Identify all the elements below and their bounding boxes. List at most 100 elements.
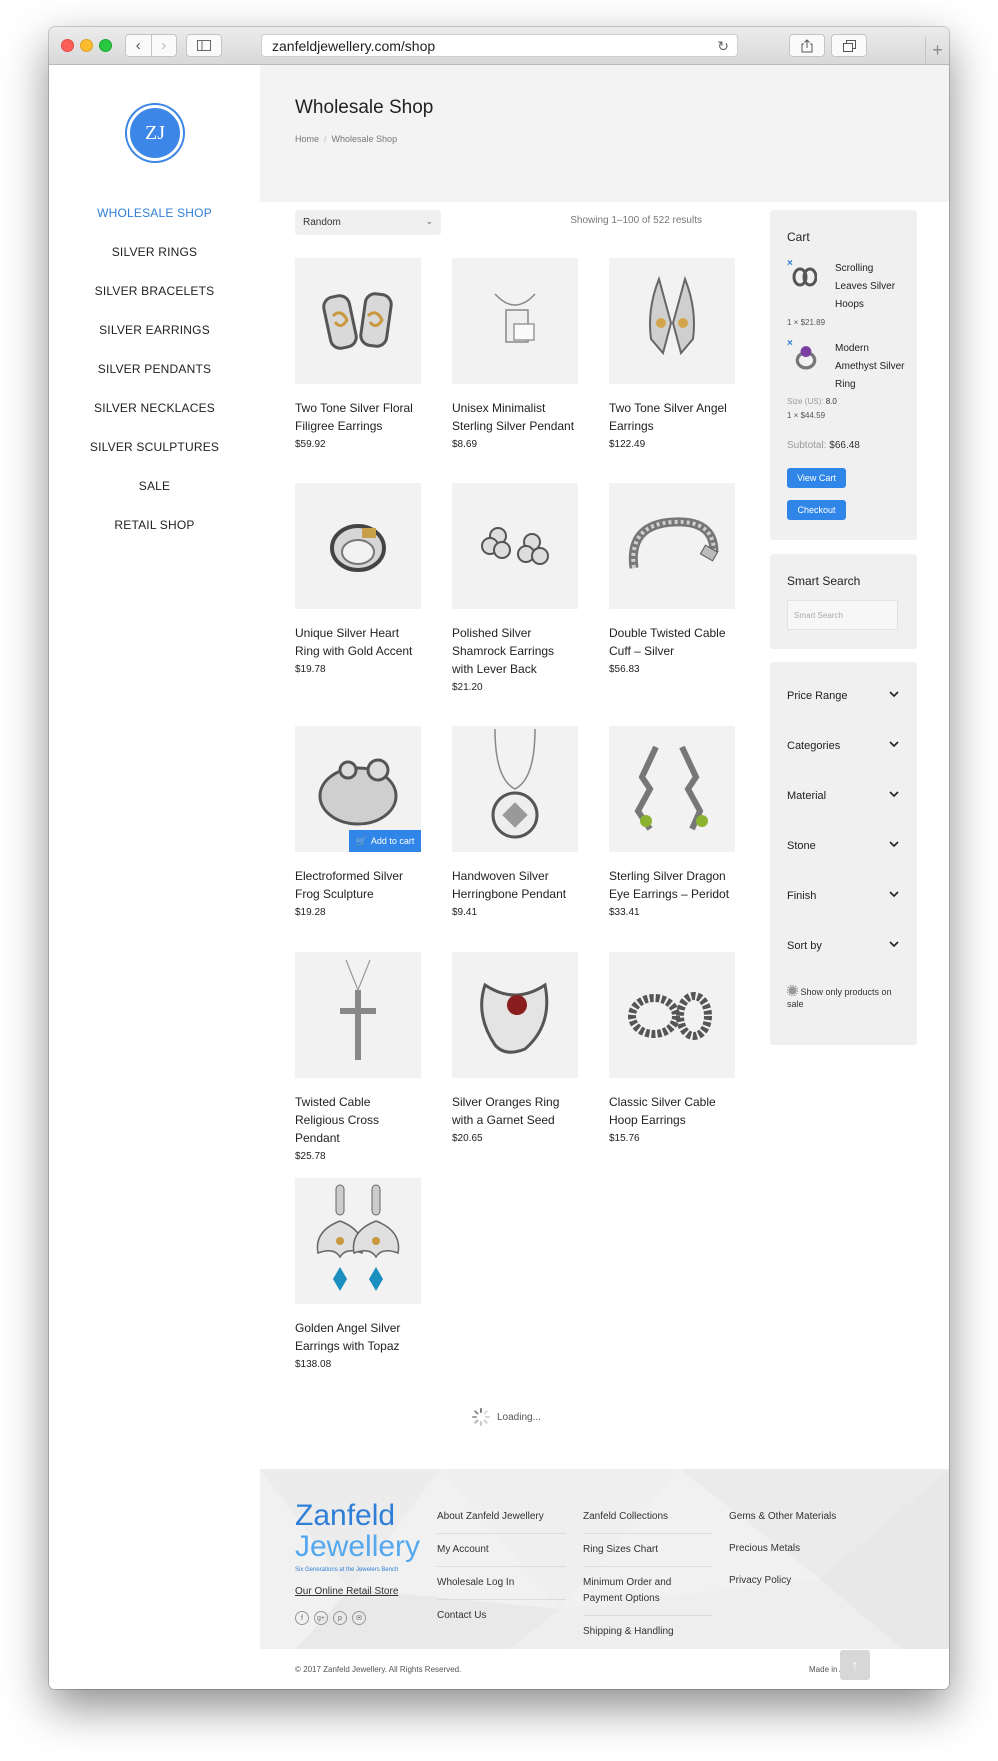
sort-select[interactable]: Random ⌄ bbox=[295, 210, 441, 235]
product-image[interactable] bbox=[609, 483, 735, 609]
site-logo[interactable]: ZJ bbox=[127, 105, 183, 161]
footer-link-precious-metals[interactable]: Precious Metals bbox=[729, 1541, 858, 1565]
footer-brand-line2[interactable]: Jewellery bbox=[295, 1532, 420, 1562]
view-cart-button[interactable]: View Cart bbox=[787, 468, 846, 488]
menu-item-silver-pendants[interactable]: SILVER PENDANTS bbox=[49, 362, 260, 401]
sale-only-toggle[interactable]: Show only products on sale bbox=[786, 984, 897, 1010]
menu-item-silver-earrings[interactable]: SILVER EARRINGS bbox=[49, 323, 260, 362]
product-card[interactable]: Unique Silver Heart Ring with Gold Accen… bbox=[295, 483, 421, 675]
google-plus-icon[interactable]: g+ bbox=[314, 1611, 328, 1625]
cart-item-thumbnail[interactable] bbox=[793, 344, 819, 370]
product-name[interactable]: Unique Silver Heart Ring with Gold Accen… bbox=[295, 624, 421, 660]
footer-link-ring-sizes[interactable]: Ring Sizes Chart bbox=[583, 1542, 712, 1567]
product-name[interactable]: Unisex Minimalist Sterling Silver Pendan… bbox=[452, 399, 578, 435]
product-image[interactable] bbox=[295, 952, 421, 1078]
pinterest-icon[interactable]: p bbox=[333, 1611, 347, 1625]
product-card[interactable]: Unisex Minimalist Sterling Silver Pendan… bbox=[452, 258, 578, 450]
product-image[interactable] bbox=[295, 1178, 421, 1304]
filter-stone[interactable]: Stone bbox=[787, 840, 899, 852]
product-image[interactable] bbox=[295, 258, 421, 384]
product-card[interactable]: Polished Silver Shamrock Earrings with L… bbox=[452, 483, 578, 693]
product-name[interactable]: Polished Silver Shamrock Earrings with L… bbox=[452, 624, 578, 678]
product-name[interactable]: Two Tone Silver Angel Earrings bbox=[609, 399, 735, 435]
spinner-icon bbox=[472, 1408, 490, 1426]
add-to-cart-button[interactable]: 🛒 Add to cart bbox=[349, 830, 421, 852]
menu-item-wholesale-shop[interactable]: WHOLESALE SHOP bbox=[49, 206, 260, 245]
address-bar[interactable]: zanfeldjewellery.com/shop ↻ bbox=[261, 34, 738, 57]
cart-item-size-value: 8.0 bbox=[825, 397, 837, 406]
product-card[interactable]: Sterling Silver Dragon Eye Earrings – Pe… bbox=[609, 726, 735, 918]
cart-item-thumbnail[interactable] bbox=[791, 264, 817, 290]
forward-button[interactable]: › bbox=[152, 35, 177, 56]
facebook-icon[interactable]: f bbox=[295, 1611, 309, 1625]
menu-item-silver-necklaces[interactable]: SILVER NECKLACES bbox=[49, 401, 260, 440]
footer-link-minimum-order[interactable]: Minimum Order and Payment Options bbox=[583, 1575, 712, 1616]
product-card[interactable]: Two Tone Silver Floral Filigree Earrings… bbox=[295, 258, 421, 450]
earrings-icon bbox=[481, 527, 549, 565]
product-image[interactable] bbox=[609, 258, 735, 384]
product-name[interactable]: Classic Silver Cable Hoop Earrings bbox=[609, 1093, 735, 1129]
product-image[interactable] bbox=[295, 483, 421, 609]
menu-item-silver-bracelets[interactable]: SILVER BRACELETS bbox=[49, 284, 260, 323]
share-button[interactable] bbox=[789, 34, 825, 57]
menu-item-sale[interactable]: SALE bbox=[49, 479, 260, 518]
product-name[interactable]: Double Twisted Cable Cuff – Silver bbox=[609, 624, 735, 660]
cart-item-name[interactable]: Scrolling Leaves Silver Hoops bbox=[835, 260, 905, 314]
product-image[interactable] bbox=[452, 483, 578, 609]
product-image[interactable] bbox=[609, 952, 735, 1078]
checkout-button[interactable]: Checkout bbox=[787, 500, 846, 520]
footer-link-my-account[interactable]: My Account bbox=[437, 1542, 566, 1567]
tabs-overview-button[interactable] bbox=[831, 34, 867, 57]
breadcrumb-home[interactable]: Home bbox=[295, 134, 319, 144]
product-image[interactable] bbox=[452, 726, 578, 852]
footer-brand-line1[interactable]: Zanfeld bbox=[295, 1501, 395, 1531]
product-name[interactable]: Two Tone Silver Floral Filigree Earrings bbox=[295, 399, 421, 435]
footer-link-gems[interactable]: Gems & Other Materials bbox=[729, 1509, 858, 1533]
product-image[interactable]: 🛒 Add to cart bbox=[295, 726, 421, 852]
menu-item-silver-sculptures[interactable]: SILVER SCULPTURES bbox=[49, 440, 260, 479]
smart-search-input[interactable]: Smart Search bbox=[787, 600, 898, 630]
filter-material[interactable]: Material bbox=[787, 790, 899, 802]
minimize-window-button[interactable] bbox=[80, 39, 93, 52]
product-image[interactable] bbox=[452, 952, 578, 1078]
menu-item-silver-rings[interactable]: SILVER RINGS bbox=[49, 245, 260, 284]
product-name[interactable]: Handwoven Silver Herringbone Pendant bbox=[452, 867, 578, 903]
cart-item-name[interactable]: Modern Amethyst Silver Ring bbox=[835, 340, 905, 394]
footer-link-about[interactable]: About Zanfeld Jewellery bbox=[437, 1509, 566, 1534]
footer-link-collections[interactable]: Zanfeld Collections bbox=[583, 1509, 712, 1534]
footer-link-wholesale-login[interactable]: Wholesale Log In bbox=[437, 1575, 566, 1600]
product-card[interactable]: Handwoven Silver Herringbone Pendant $9.… bbox=[452, 726, 578, 918]
close-window-button[interactable] bbox=[61, 39, 74, 52]
product-image[interactable] bbox=[609, 726, 735, 852]
product-card[interactable]: Classic Silver Cable Hoop Earrings $15.7… bbox=[609, 952, 735, 1144]
footer-link-contact[interactable]: Contact Us bbox=[437, 1608, 566, 1632]
back-button[interactable]: ‹ bbox=[126, 35, 152, 56]
reload-icon[interactable]: ↻ bbox=[717, 38, 729, 55]
product-name[interactable]: Golden Angel Silver Earrings with Topaz bbox=[295, 1319, 421, 1355]
retail-store-link[interactable]: Our Online Retail Store bbox=[295, 1586, 398, 1597]
product-image[interactable] bbox=[452, 258, 578, 384]
menu-item-retail-shop[interactable]: RETAIL SHOP bbox=[49, 518, 260, 557]
filter-finish[interactable]: Finish bbox=[787, 890, 899, 902]
product-name[interactable]: Sterling Silver Dragon Eye Earrings – Pe… bbox=[609, 867, 735, 903]
product-name[interactable]: Twisted Cable Religious Cross Pendant bbox=[295, 1093, 421, 1147]
footer-link-shipping[interactable]: Shipping & Handling bbox=[583, 1624, 712, 1648]
product-card[interactable]: Golden Angel Silver Earrings with Topaz … bbox=[295, 1178, 421, 1370]
sidebar-toggle-button[interactable] bbox=[186, 34, 222, 57]
product-card[interactable]: Two Tone Silver Angel Earrings $122.49 bbox=[609, 258, 735, 450]
zoom-window-button[interactable] bbox=[99, 39, 112, 52]
new-tab-button[interactable]: + bbox=[925, 37, 949, 65]
product-card[interactable]: 🛒 Add to cart Electroformed Silver Frog … bbox=[295, 726, 421, 918]
filter-price-range[interactable]: Price Range bbox=[787, 690, 899, 702]
filter-sort-by[interactable]: Sort by bbox=[787, 940, 899, 952]
filter-categories[interactable]: Categories bbox=[787, 740, 899, 752]
product-card[interactable]: Silver Oranges Ring with a Garnet Seed $… bbox=[452, 952, 578, 1144]
product-name[interactable]: Electroformed Silver Frog Sculpture bbox=[295, 867, 421, 903]
footer-link-privacy[interactable]: Privacy Policy bbox=[729, 1573, 858, 1597]
product-card[interactable]: Twisted Cable Religious Cross Pendant $2… bbox=[295, 952, 421, 1162]
product-name[interactable]: Silver Oranges Ring with a Garnet Seed bbox=[452, 1093, 578, 1129]
remove-item-icon[interactable]: × bbox=[787, 338, 793, 349]
email-icon[interactable]: ✉ bbox=[352, 1611, 366, 1625]
back-to-top-button[interactable]: ↑ bbox=[840, 1650, 870, 1680]
product-card[interactable]: Double Twisted Cable Cuff – Silver $56.8… bbox=[609, 483, 735, 675]
